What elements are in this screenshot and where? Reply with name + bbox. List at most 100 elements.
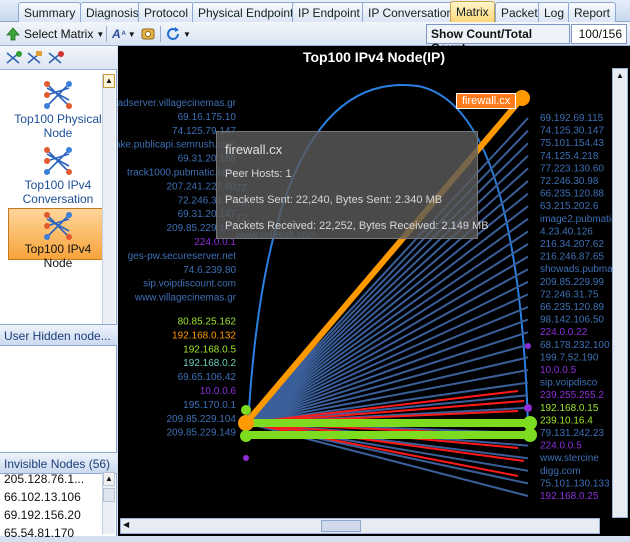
options-button[interactable] <box>140 25 156 43</box>
graph-node[interactable] <box>523 416 537 430</box>
chart-horizontal-scrollbar[interactable]: ◀ <box>120 518 600 534</box>
right-node-label[interactable]: 199.7.52.190 <box>540 352 599 363</box>
delete-matrix-icon[interactable] <box>47 50 65 66</box>
nav-top100-ipv4-node[interactable]: Top100 IPv4 Node <box>8 208 108 270</box>
chevron-down-icon: ▼ <box>183 29 191 39</box>
matrix-list-panel: Top100 Physical Node Top100 IPv4 Convers… <box>0 46 117 536</box>
scroll-left-icon[interactable]: ◀ <box>123 520 129 529</box>
tab-packet[interactable]: Packet <box>495 2 544 22</box>
right-node-label[interactable]: 75.101.154.43 <box>540 138 604 149</box>
left-node-label[interactable]: 192.168.0.5 <box>183 344 236 355</box>
tab-physical-endpoint[interactable]: Physical Endpoint <box>192 2 300 22</box>
user-hidden-nodes-header[interactable]: User Hidden node... <box>0 324 117 346</box>
left-node-label[interactable]: www.villagecinemas.gr <box>134 293 237 304</box>
right-node-label[interactable]: www.stercine <box>539 453 599 464</box>
tab-ip-endpoint[interactable]: IP Endpoint <box>292 2 366 22</box>
left-node-label[interactable]: sip.voipdiscount.com <box>143 279 236 290</box>
list-item[interactable]: 69.192.156.20 <box>2 506 102 524</box>
right-node-label[interactable]: sip.voipdisco <box>540 378 598 389</box>
right-node-label[interactable]: 72.246.30.98 <box>540 176 599 187</box>
tab-report[interactable]: Report <box>568 2 617 22</box>
select-matrix-button[interactable]: Select Matrix ▼ <box>6 25 104 43</box>
highlight-node-label[interactable]: firewall.cx <box>456 93 517 109</box>
right-node-label[interactable]: 68.178.232.100 <box>540 340 610 351</box>
graph-node[interactable] <box>523 428 537 442</box>
right-node-label[interactable]: 77.223.130.60 <box>540 163 604 174</box>
left-node-label[interactable]: 69.16.175.10 <box>178 112 237 123</box>
list-item[interactable]: 65.54.81.170 <box>2 524 102 542</box>
right-node-label[interactable]: 216.34.207.62 <box>540 239 604 250</box>
font-button[interactable]: A ᴬ ▼ <box>112 25 136 43</box>
right-node-label[interactable]: 239.255.255.2 <box>540 390 604 401</box>
graph-node[interactable] <box>525 343 531 349</box>
scroll-up-icon[interactable]: ▲ <box>614 71 626 83</box>
right-node-label[interactable]: 66.235.120.88 <box>540 189 604 200</box>
invisible-list-scrollbar[interactable]: ▲ <box>102 472 115 534</box>
add-matrix-icon[interactable] <box>5 50 23 66</box>
right-node-label[interactable]: showads.pubma <box>540 264 613 275</box>
graph-node[interactable] <box>243 455 249 461</box>
tooltip-title: firewall.cx <box>225 142 283 157</box>
right-node-label[interactable]: 224.0.0.5 <box>540 441 582 452</box>
right-node-label[interactable]: 79.131.242.23 <box>540 428 604 439</box>
scroll-thumb[interactable] <box>103 488 115 502</box>
right-node-label[interactable]: 75.101.130.133 <box>540 478 610 489</box>
right-node-label[interactable]: 74.125.30.147 <box>540 126 604 137</box>
graph-node[interactable] <box>240 430 252 442</box>
nav-label: Node <box>43 126 73 140</box>
tab-log[interactable]: Log <box>538 2 571 22</box>
nav-label: Top100 Physical <box>14 112 102 126</box>
tooltip-peer-hosts: Peer Hosts: 1 <box>225 168 292 180</box>
list-item[interactable]: 205.128.76.1... <box>2 470 102 488</box>
right-node-label[interactable]: 69.192.69.115 <box>540 113 604 124</box>
left-node-label[interactable]: 192.168.0.2 <box>183 358 236 369</box>
graph-node[interactable] <box>238 415 254 431</box>
right-node-label[interactable]: 239.10.16.4 <box>540 415 593 426</box>
scroll-up-icon[interactable]: ▲ <box>103 472 115 486</box>
nav-label: Top100 IPv4 <box>24 178 92 192</box>
right-node-label[interactable]: 72.246.31.75 <box>540 289 599 300</box>
graph-node[interactable] <box>524 404 532 412</box>
right-node-label[interactable]: 66.235.120.89 <box>540 302 604 313</box>
graph-node[interactable] <box>241 405 251 415</box>
refresh-button[interactable]: ▼ <box>166 25 191 43</box>
left-node-label[interactable]: 195.170.0.1 <box>183 400 236 411</box>
right-node-label[interactable]: 224.0.0.22 <box>540 327 588 338</box>
right-node-label[interactable]: 74.125.4.218 <box>540 151 599 162</box>
tab-ip-conversation[interactable]: IP Conversation <box>362 2 460 22</box>
scroll-up-icon[interactable]: ▲ <box>103 74 115 88</box>
tab-matrix[interactable]: Matrix <box>450 1 495 22</box>
count-value[interactable]: 100/156 <box>571 24 627 44</box>
list-item[interactable]: 66.102.13.106 <box>2 488 102 506</box>
right-node-label[interactable]: digg.com <box>540 466 581 477</box>
left-node-label[interactable]: 10.0.0.6 <box>200 386 237 397</box>
right-node-label[interactable]: 10.0.0.5 <box>540 365 577 376</box>
right-node-label[interactable]: 63.215.202.6 <box>540 201 599 212</box>
left-node-label[interactable]: 74.6.239.80 <box>183 265 236 276</box>
left-node-label[interactable]: 209.85.229.104 <box>166 414 236 425</box>
right-node-label[interactable]: 4.23.40.126 <box>540 226 593 237</box>
tooltip-sent: Packets Sent: 22,240, Bytes Sent: 2.340 … <box>225 194 443 206</box>
left-node-label[interactable]: ges-pw.secureserver.net <box>128 251 237 262</box>
scroll-thumb[interactable] <box>321 520 361 532</box>
left-node-label[interactable]: 80.85.25.162 <box>178 317 237 328</box>
right-node-label[interactable]: 192.168.0.15 <box>540 403 599 414</box>
chart-vertical-scrollbar[interactable]: ▲ <box>612 68 628 518</box>
graph-node[interactable] <box>514 90 530 106</box>
left-node-label[interactable]: 209.85.229.149 <box>166 428 236 439</box>
matrix-chart-svg: Top100 IPv4 Node(IP) adserver.villagecin… <box>115 49 624 502</box>
right-node-label[interactable]: 192.168.0.25 <box>540 491 599 502</box>
tab-protocol[interactable]: Protocol <box>138 2 195 22</box>
left-node-label[interactable]: adserver.villagecinemas.gr <box>118 98 237 109</box>
nav-top100-ipv4-conversation[interactable]: Top100 IPv4 Conversation <box>8 144 108 208</box>
edit-matrix-icon[interactable] <box>26 50 44 66</box>
left-node-label[interactable]: 69.65.106.42 <box>178 372 237 383</box>
right-node-label[interactable]: 209.85.229.99 <box>540 277 604 288</box>
tab-summary[interactable]: Summary <box>18 2 82 22</box>
left-node-label[interactable]: 192.168.0.132 <box>172 330 236 341</box>
nav-top100-physical-node[interactable]: Top100 Physical Node <box>8 78 108 142</box>
nav-scrollbar[interactable]: ▲ <box>102 74 115 324</box>
right-node-label[interactable]: 216.246.87.65 <box>540 252 604 263</box>
right-node-label[interactable]: 98.142.106.50 <box>540 315 604 326</box>
tab-diagnosis[interactable]: Diagnosis <box>80 2 145 22</box>
